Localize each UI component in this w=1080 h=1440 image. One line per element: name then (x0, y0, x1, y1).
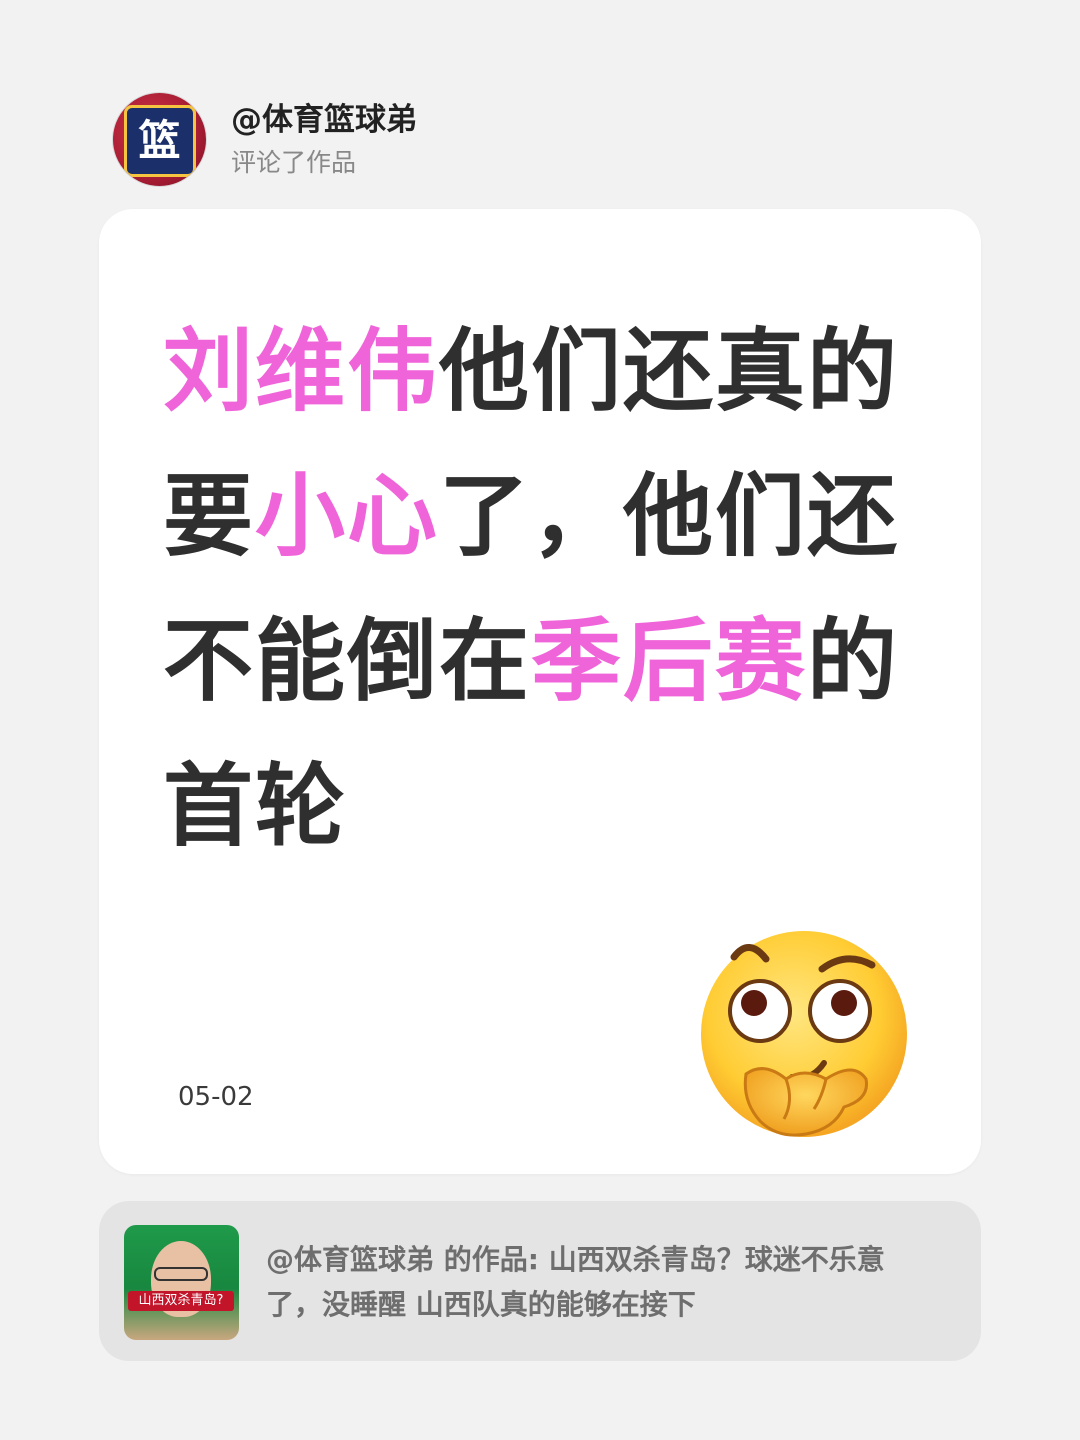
header-text: @体育篮球弟 评论了作品 (231, 100, 417, 180)
page: 篮 @体育篮球弟 评论了作品 刘维伟他们还真的要小心了，他们还不能倒在季后赛的首… (0, 0, 1080, 1440)
comment-text: 刘维伟他们还真的要小心了，他们还不能倒在季后赛的首轮 (163, 299, 923, 879)
referenced-work-card[interactable]: 山西双杀青岛? @体育篮球弟 的作品: 山西双杀青岛？球迷不乐意了，没睡醒 山西… (99, 1201, 981, 1361)
comment-highlight: 季后赛 (531, 609, 807, 714)
referenced-work-text[interactable]: @体育篮球弟 的作品: 山西双杀青岛？球迷不乐意了，没睡醒 山西队真的能够在接下 (266, 1237, 926, 1327)
work-thumbnail[interactable]: 山西双杀青岛? (124, 1225, 239, 1340)
comment-card: 刘维伟他们还真的要小心了，他们还不能倒在季后赛的首轮 05-02 (99, 209, 981, 1174)
thinking-face-emoji (701, 931, 907, 1137)
thumbnail-caption: 山西双杀青岛? (128, 1291, 234, 1311)
avatar-logo: 篮 (123, 105, 196, 178)
comment-header: 篮 @体育篮球弟 评论了作品 (112, 92, 417, 187)
avatar[interactable]: 篮 (112, 92, 207, 187)
comment-date: 05-02 (178, 1082, 254, 1112)
username[interactable]: @体育篮球弟 (231, 100, 417, 140)
comment-highlight: 小心 (255, 464, 439, 569)
thumbnail-glasses (154, 1267, 208, 1281)
action-text: 评论了作品 (231, 147, 357, 177)
comment-highlight: 刘维伟 (163, 319, 439, 424)
